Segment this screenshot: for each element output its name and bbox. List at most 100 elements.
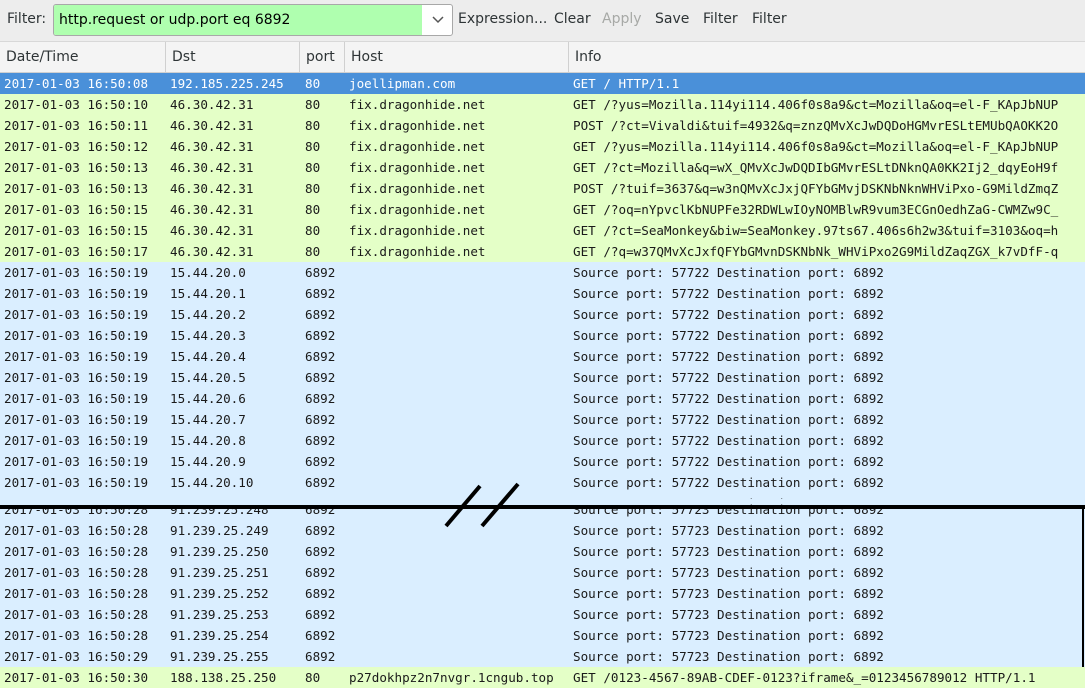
cell-info: Source port: 57722 Destination port: 689…	[573, 286, 884, 301]
cell-info: Source port: 57722 Destination port: 689…	[573, 265, 884, 280]
cell-port: 6892	[305, 544, 336, 559]
packet-row[interactable]: 2017-01-03 16:50:28 91.239.25.250 6892 Sour…	[0, 541, 1085, 562]
packet-row[interactable]: 2017-01-03 16:50:19 15.44.20.1 6892 Source …	[0, 283, 1085, 304]
cell-port: 80	[305, 97, 321, 112]
packet-row[interactable]: 2017-01-03 16:50:19 15.44.20.4 6892 Source …	[0, 346, 1085, 367]
cell-info: Source port: 57722 Destination port: 689…	[573, 349, 884, 364]
packet-row[interactable]: 2017-01-03 16:50:28 91.239.25.249 6892 Sour…	[0, 520, 1085, 541]
cell-time: 2017-01-03 16:50:15	[4, 223, 149, 238]
cell-dst: 91.239.25.248	[170, 502, 269, 517]
cell-info: Source port: 57723 Destination port: 689…	[573, 607, 884, 622]
packet-row[interactable]: 2017-01-03 16:50:30 188.138.25.250 80 p27do…	[0, 667, 1085, 688]
packet-row[interactable]: 2017-01-03 16:50:19 15.44.20.6 6892 Source …	[0, 388, 1085, 409]
packet-row[interactable]: 2017-01-03 16:50:15 46.30.42.31 80 fix.drag…	[0, 199, 1085, 220]
filter-label: Filter:	[7, 11, 47, 27]
cell-port: 6892	[305, 454, 336, 469]
cell-port: 6892	[305, 286, 336, 301]
cell-time: 2017-01-03 16:50:28	[4, 544, 149, 559]
cell-host	[349, 583, 569, 604]
packet-row[interactable]: 2017-01-03 16:50:19 15.44.20.10 6892 Source…	[0, 472, 1085, 493]
packet-row[interactable]: 2017-01-03 16:50:29 91.239.25.255 6892 Sour…	[0, 646, 1085, 667]
packet-row[interactable]: 2017-01-03 16:50:19 15.44.20.9 6892 Source …	[0, 451, 1085, 472]
cell-info: Source port: 57722 Destination port: 689…	[573, 412, 884, 427]
packet-row[interactable]: 2017-01-03 16:50:13 46.30.42.31 80 fix.drag…	[0, 178, 1085, 199]
packet-row[interactable]: 2017-01-03 16:50:12 46.30.42.31 80 fix.drag…	[0, 136, 1085, 157]
cell-host	[349, 346, 569, 367]
cell-host: fix.dragonhide.net	[349, 181, 486, 196]
packet-row[interactable]: 2017-01-03 16:50:10 46.30.42.31 80 fix.drag…	[0, 94, 1085, 115]
filter-button-1[interactable]: Filter	[703, 11, 738, 27]
cell-time: 2017-01-03 16:50:19	[4, 412, 149, 427]
packet-row[interactable]: 2017-01-03 16:50:19 15.44.20.7 6892 Source …	[0, 409, 1085, 430]
cell-dst: 91.239.25.250	[170, 544, 269, 559]
display-filter-input[interactable]	[54, 5, 422, 35]
column-header-datetime[interactable]: Date/Time	[0, 42, 166, 72]
expression-button[interactable]: Expression...	[458, 11, 547, 27]
chevron-down-icon[interactable]	[424, 5, 452, 35]
packet-row[interactable]: 2017-01-03 16:50:28 91.239.25.254 6892 Sour…	[0, 625, 1085, 646]
column-header-info[interactable]: Info	[569, 42, 1085, 72]
apply-button[interactable]: Apply	[602, 11, 642, 27]
cell-info: Source port: 57722 Destination port: 689…	[573, 433, 884, 448]
packet-row[interactable]: 2017-01-03 16:50:28 91.239.25.253 6892 Sour…	[0, 604, 1085, 625]
cell-info: GET /?ct=Mozilla&q=wX_QMvXcJwDQDIbGMvrES…	[573, 160, 1059, 175]
cell-host	[349, 562, 569, 583]
cell-time: 2017-01-03 16:50:17	[4, 244, 149, 259]
cell-time: 2017-01-03 16:50:30	[4, 670, 149, 685]
cell-host	[349, 325, 569, 346]
cell-time: 2017-01-03 16:50:19	[4, 454, 149, 469]
packet-row[interactable]: 2017-01-03 16:50:28 91.239.25.251 6892 Sour…	[0, 562, 1085, 583]
packet-row[interactable]: 2017-01-03 16:50:28 91.239.25.248 6892 Sour…	[0, 499, 1085, 520]
cell-info: Source port: 57722 Destination port: 689…	[573, 391, 884, 406]
cell-host	[349, 367, 569, 388]
cell-dst: 91.239.25.255	[170, 649, 269, 664]
cell-host	[349, 625, 569, 646]
packet-row[interactable]: 2017-01-03 16:50:15 46.30.42.31 80 fix.drag…	[0, 220, 1085, 241]
cell-port: 80	[305, 139, 321, 154]
cell-host	[349, 283, 569, 304]
cell-dst: 15.44.20.0	[170, 265, 246, 280]
cell-dst: 46.30.42.31	[170, 139, 254, 154]
cell-time: 2017-01-03 16:50:19	[4, 328, 149, 343]
packet-row[interactable]: 2017-01-03 16:50:08 192.185.225.245 80 joel…	[0, 73, 1085, 94]
cell-port: 80	[305, 118, 321, 133]
cell-port: 6892	[305, 586, 336, 601]
cell-time: 2017-01-03 16:50:19	[4, 265, 149, 280]
packet-row[interactable]: 2017-01-03 16:50:13 46.30.42.31 80 fix.drag…	[0, 157, 1085, 178]
packet-row[interactable]: 2017-01-03 16:50:17 46.30.42.31 80 fix.drag…	[0, 241, 1085, 262]
cell-dst: 15.44.20.7	[170, 412, 246, 427]
filter-toolbar: Filter: Expression... Clear Apply Save F…	[0, 0, 1085, 42]
cell-dst: 91.239.25.251	[170, 565, 269, 580]
display-filter-box[interactable]	[53, 4, 453, 36]
cell-dst: 15.44.20.4	[170, 349, 246, 364]
packet-row[interactable]: 2017-01-03 16:50:19 15.44.20.8 6892 Source …	[0, 430, 1085, 451]
column-header-host[interactable]: Host	[345, 42, 569, 72]
column-header-dst[interactable]: Dst	[166, 42, 300, 72]
cell-time: 2017-01-03 16:50:19	[4, 391, 149, 406]
cell-info: Source port: 57723 Destination port: 689…	[573, 565, 884, 580]
packet-row[interactable]: 2017-01-03 16:50:19 15.44.20.5 6892 Source …	[0, 367, 1085, 388]
column-header-port[interactable]: port	[300, 42, 345, 72]
packet-row[interactable]: 2017-01-03 16:50:11 46.30.42.31 80 fix.drag…	[0, 115, 1085, 136]
clear-button[interactable]: Clear	[554, 11, 591, 27]
cell-time: 2017-01-03 16:50:11	[4, 118, 149, 133]
cell-host: fix.dragonhide.net	[349, 244, 486, 259]
cell-port: 6892	[305, 412, 336, 427]
packet-row[interactable]: 2017-01-03 16:50:28 91.239.25.252 6892 Sour…	[0, 583, 1085, 604]
cell-time: 2017-01-03 16:50:08	[4, 76, 149, 91]
cell-info: GET /?ct=SeaMonkey&biw=SeaMonkey.97ts67.…	[573, 223, 1059, 238]
cell-time: 2017-01-03 16:50:28	[4, 523, 149, 538]
save-button[interactable]: Save	[655, 11, 689, 27]
cell-dst: 15.44.20.9	[170, 454, 246, 469]
cell-time: 2017-01-03 16:50:13	[4, 181, 149, 196]
packet-row[interactable]: 2017-01-03 16:50:19 15.44.20.3 6892 Source …	[0, 325, 1085, 346]
cell-dst: 46.30.42.31	[170, 181, 254, 196]
cell-host	[349, 388, 569, 409]
packet-row[interactable]: 2017-01-03 16:50:19 15.44.20.0 6892 Source …	[0, 262, 1085, 283]
cell-port: 6892	[305, 565, 336, 580]
cell-port: 6892	[305, 328, 336, 343]
filter-button-2[interactable]: Filter	[752, 11, 787, 27]
cell-dst: 91.239.25.253	[170, 607, 269, 622]
packet-row[interactable]: 2017-01-03 16:50:19 15.44.20.2 6892 Source …	[0, 304, 1085, 325]
cell-dst: 46.30.42.31	[170, 160, 254, 175]
